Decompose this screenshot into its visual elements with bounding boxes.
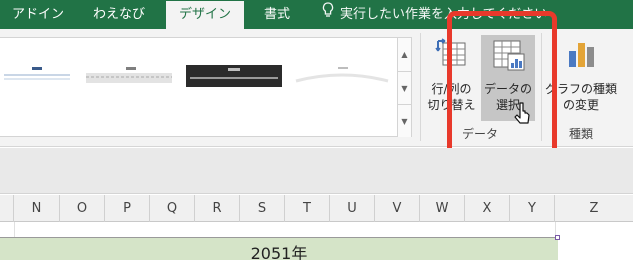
column-header-row: N O P Q R S T U V W X Y Z <box>0 195 633 222</box>
gallery-more-button[interactable]: ▼ <box>397 104 411 137</box>
column-header-r[interactable]: R <box>195 195 240 222</box>
tab-format[interactable]: 書式 <box>248 0 306 29</box>
column-header-p[interactable]: P <box>105 195 150 222</box>
tab-waenavi[interactable]: わえなび <box>80 0 158 29</box>
column-header-s[interactable]: S <box>240 195 285 222</box>
chart-style-thumbnail[interactable] <box>4 65 74 87</box>
column-header-x[interactable]: X <box>465 195 510 222</box>
column-header-q[interactable]: Q <box>150 195 195 222</box>
formula-bar-area <box>0 148 633 194</box>
column-header-u[interactable]: U <box>330 195 375 222</box>
chart-styles-gallery[interactable]: ▲ ▼ ▼ <box>0 37 412 137</box>
tab-addins[interactable]: アドイン <box>0 0 76 29</box>
chart-title-text: 2051年 <box>250 244 308 260</box>
column-header-partial[interactable] <box>0 195 14 222</box>
chart-style-thumbnail[interactable] <box>294 65 390 87</box>
column-header-v[interactable]: V <box>375 195 420 222</box>
chart-style-thumbnail[interactable] <box>186 65 282 87</box>
tab-design[interactable]: デザイン <box>166 1 244 29</box>
annotation-highlight-box <box>447 11 557 159</box>
worksheet-grid[interactable]: 2051年 <box>0 222 633 260</box>
column-header-z[interactable]: Z <box>555 195 633 222</box>
column-header-t[interactable]: T <box>285 195 330 222</box>
change-chart-type-icon <box>565 37 597 75</box>
chart-style-thumbnail[interactable] <box>84 65 176 87</box>
column-header-o[interactable]: O <box>60 195 105 222</box>
column-header-w[interactable]: W <box>420 195 465 222</box>
resize-handle[interactable] <box>555 235 560 240</box>
gallery-scroll-up-button[interactable]: ▲ <box>397 38 411 71</box>
chart-title-cell[interactable]: 2051年 <box>0 237 558 260</box>
column-header-y[interactable]: Y <box>510 195 555 222</box>
gallery-scroll-down-button[interactable]: ▼ <box>397 71 411 104</box>
ribbon-separator <box>420 33 421 141</box>
column-header-n[interactable]: N <box>14 195 60 222</box>
lightbulb-icon <box>322 0 334 29</box>
